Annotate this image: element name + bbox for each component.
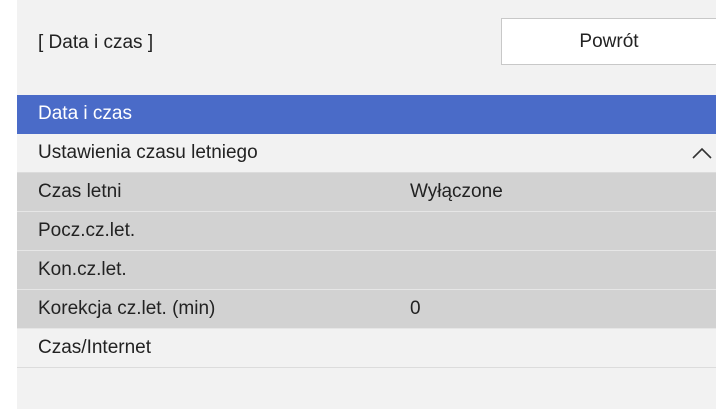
- menu-item-value: Wyłączone: [410, 181, 503, 202]
- menu-item-time-internet[interactable]: Czas/Internet: [17, 329, 716, 368]
- menu-item-dst-start[interactable]: Pocz.cz.let.: [17, 212, 716, 251]
- menu-item-dst-end[interactable]: Kon.cz.let.: [17, 251, 716, 290]
- settings-screen: [ Data i czas ] Powrót Data i czas Ustaw…: [17, 0, 716, 409]
- menu-item-label: Pocz.cz.let.: [38, 220, 136, 241]
- settings-menu: Data i czas Ustawienia czasu letniego Cz…: [17, 95, 716, 368]
- menu-item-daylight-saving[interactable]: Czas letni Wyłączone: [17, 173, 716, 212]
- chevron-up-icon[interactable]: [692, 147, 712, 159]
- menu-item-label: Czas letni: [38, 181, 122, 202]
- menu-item-dst-correction[interactable]: Korekcja cz.let. (min) 0: [17, 290, 716, 329]
- back-button[interactable]: Powrót: [501, 18, 716, 65]
- menu-item-daylight-saving-settings[interactable]: Ustawienia czasu letniego: [17, 134, 716, 173]
- menu-item-date-and-time[interactable]: Data i czas: [17, 95, 716, 134]
- header-bar: [ Data i czas ] Powrót: [17, 0, 716, 95]
- menu-item-label: Kon.cz.let.: [38, 259, 127, 280]
- menu-item-label: Czas/Internet: [38, 337, 151, 358]
- menu-item-value: 0: [410, 298, 421, 319]
- menu-item-label: Ustawienia czasu letniego: [38, 142, 258, 163]
- page-title: [ Data i czas ]: [38, 32, 154, 53]
- menu-item-label: Data i czas: [38, 103, 132, 124]
- menu-item-label: Korekcja cz.let. (min): [38, 298, 216, 319]
